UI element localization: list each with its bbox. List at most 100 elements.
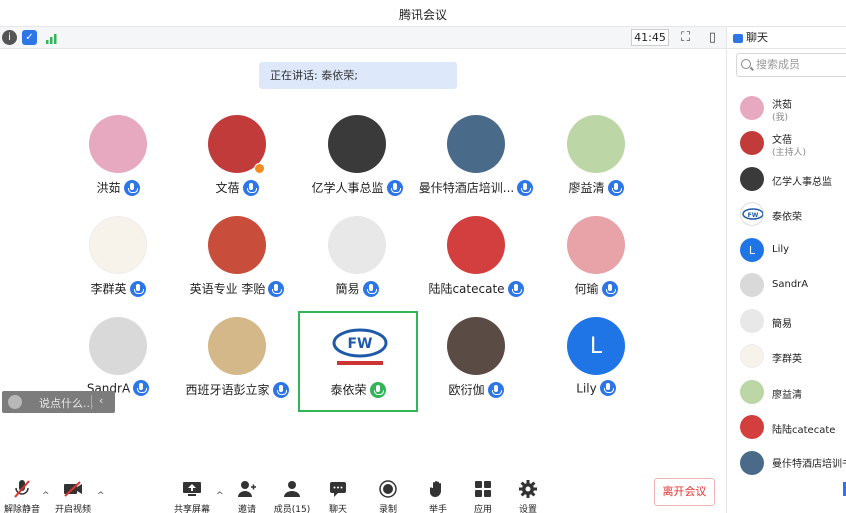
settings-button[interactable]: 设置 (506, 479, 550, 513)
participant-name: 廖益清 (506, 179, 686, 197)
participant-tile[interactable]: 簡易 (297, 216, 417, 316)
top-toolbar: i ✓ 41:45 ⛶ ▯ (0, 27, 726, 49)
side-panel: 聊天 搜索成员 洪茹 (我) 文蓓 (主持人) 亿学人事总监 FW 泰依荣 L (726, 27, 846, 513)
participant-tile[interactable]: 欧衍伽 (416, 317, 536, 417)
apps-label: 应用 (473, 505, 492, 513)
audio-options-chevron-icon[interactable]: ^ (42, 491, 50, 501)
unmute-label: 解除静音 (3, 505, 40, 513)
avatar (740, 344, 764, 368)
chat-input[interactable]: 说点什么... ‹ (2, 391, 115, 413)
avatar-initial: L (748, 243, 756, 257)
start-video-label: 开启视频 (54, 505, 91, 513)
mic-icon (487, 381, 504, 398)
svg-text:FW: FW (347, 336, 372, 352)
raise-hand-label: 举手 (428, 505, 447, 513)
avatar (740, 380, 764, 404)
member-name: 泰依荣 (772, 212, 802, 223)
participant-name: 何瑜 (506, 280, 686, 298)
member-name: SandrA (772, 279, 809, 290)
mic-icon (601, 280, 618, 297)
share-screen-icon (170, 479, 214, 499)
title-bar: 腾讯会议 (0, 0, 846, 27)
fw-logo-icon: FW (332, 328, 388, 365)
avatar: FW (331, 317, 389, 375)
mic-muted-icon (0, 479, 44, 499)
avatar (740, 273, 764, 297)
video-options-chevron-icon[interactable]: ^ (97, 491, 105, 501)
participant-tile[interactable]: 亿学人事总监 (297, 115, 417, 215)
mic-icon (242, 179, 259, 196)
participant-name: Lily (506, 380, 686, 397)
leave-meeting-button[interactable]: 离开会议 (654, 478, 715, 506)
participant-tile[interactable]: 洪茹 (58, 115, 178, 215)
participant-tile[interactable]: 文蓓 (177, 115, 297, 215)
avatar (740, 96, 764, 120)
member-name: 簡易 (772, 319, 792, 330)
share-options-chevron-icon[interactable]: ^ (216, 491, 224, 501)
member-name: Lily (772, 244, 790, 255)
camera-off-icon (51, 479, 95, 499)
chat-button[interactable]: 聊天 (316, 479, 360, 513)
participant-tile[interactable]: 廖益清 (536, 115, 656, 215)
start-video-button[interactable]: 开启视频 (51, 479, 95, 513)
avatar (89, 317, 147, 375)
signal-icon[interactable] (44, 30, 59, 45)
unmute-button[interactable]: 解除静音 (0, 479, 44, 513)
avatar (447, 216, 505, 274)
apps-button[interactable]: 应用 (461, 479, 505, 513)
avatar (447, 317, 505, 375)
info-icon[interactable]: i (2, 30, 17, 45)
invite-button[interactable]: 邀请 (225, 479, 269, 513)
raise-hand-button[interactable]: 举手 (416, 479, 460, 513)
mic-icon (362, 280, 379, 297)
record-button[interactable]: 录制 (366, 479, 410, 513)
record-label: 录制 (378, 505, 397, 513)
participant-tile[interactable]: 曼佧特酒店培训... (416, 115, 536, 215)
collapse-chevron-icon[interactable]: ‹ (99, 394, 103, 407)
chat-icon (733, 33, 743, 43)
settings-label: 设置 (518, 505, 537, 513)
avatar (740, 451, 764, 475)
avatar (447, 115, 505, 173)
avatar (328, 216, 386, 274)
divider (91, 395, 92, 409)
chat-placeholder: 说点什么... (39, 397, 94, 410)
svg-text:FW: FW (748, 212, 759, 219)
mic-icon (599, 380, 616, 396)
members-button[interactable]: 成员(15) (270, 479, 314, 513)
share-screen-button[interactable]: 共享屏幕 (170, 479, 214, 513)
search-placeholder: 搜索成员 (756, 58, 800, 71)
invite-label: 邀请 (237, 505, 256, 513)
meeting-timer: 41:45 (631, 29, 669, 46)
search-icon (741, 59, 751, 69)
participant-tile[interactable]: 何瑜 (536, 216, 656, 316)
avatar: L (567, 317, 625, 375)
layout-icon[interactable]: ▯ (705, 30, 720, 45)
avatar (208, 317, 266, 375)
hand-icon (416, 479, 460, 499)
mic-icon (123, 179, 140, 196)
emoji-icon[interactable] (8, 395, 22, 409)
member-name: 文蓓 (772, 135, 792, 146)
member-search-input[interactable]: 搜索成员 (736, 53, 846, 77)
members-label: 成员(15) (273, 505, 311, 513)
avatar (567, 115, 625, 173)
avatar (567, 216, 625, 274)
host-badge-icon (254, 163, 265, 174)
participant-tile[interactable]: 西班牙语彭立家 (177, 317, 297, 417)
member-name: 李群英 (772, 354, 802, 365)
gear-icon (506, 479, 550, 499)
participant-tile[interactable]: 李群英 (58, 216, 178, 316)
participant-tile[interactable]: L Lily (536, 317, 656, 417)
chat-label: 聊天 (328, 505, 347, 513)
avatar: L (740, 238, 764, 262)
participant-tile[interactable]: 英语专业 李贻 (177, 216, 297, 316)
participant-tile[interactable]: 陆陆catecate (416, 216, 536, 316)
fullscreen-icon[interactable]: ⛶ (678, 30, 693, 45)
member-role: (主持人) (772, 148, 807, 158)
meeting-window: 腾讯会议 i ✓ 41:45 ⛶ ▯ 正在讲话: 泰依荣; 洪茹 文蓓 亿学人事… (0, 0, 846, 513)
member-name: 陆陆catecate (772, 425, 836, 436)
apps-icon (461, 479, 505, 499)
shield-icon[interactable]: ✓ (22, 30, 37, 45)
members-icon (270, 479, 314, 499)
